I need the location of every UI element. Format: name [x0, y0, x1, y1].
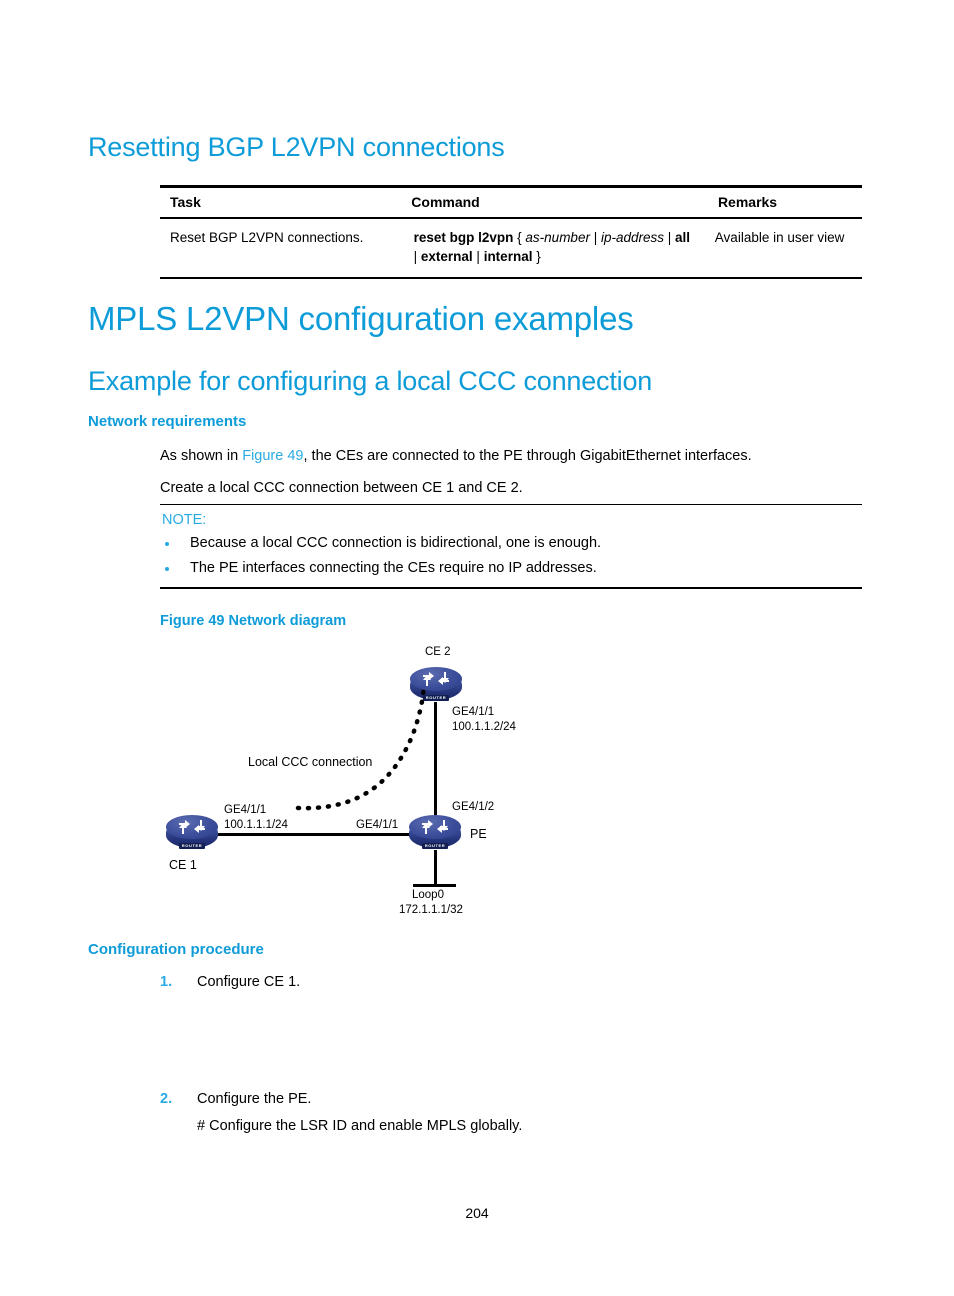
table: Task Command Remarks	[160, 188, 862, 217]
command-table: Task Command Remarks Reset BGP L2VPN con…	[160, 185, 862, 280]
router-arrows-icon	[422, 820, 448, 834]
paragraph-text-pre: As shown in	[160, 448, 243, 464]
diagram-label-loopback-address: 172.1.1.1/32	[399, 904, 463, 916]
note-list-item: The PE interfaces connecting the CEs req…	[160, 557, 862, 582]
diagram-node-label-ce1: CE 1	[169, 858, 197, 872]
cell-task: Reset BGP L2VPN connections.	[170, 229, 364, 245]
command-token-pipe-2: |	[664, 229, 676, 245]
heading-mpls-l2vpn-configuration-examples: MPLS L2VPN configuration examples	[88, 300, 634, 337]
command-token-pipe-4: |	[472, 249, 484, 265]
paragraph-network-requirements-1: As shown in Figure 49, the CEs are conne…	[160, 446, 752, 466]
diagram-label-ce1-interface-address: 100.1.1.1/24	[224, 819, 288, 831]
procedure-step-number-1: 1.	[160, 974, 173, 990]
paragraph-network-requirements-2: Create a local CCC connection between CE…	[160, 480, 523, 496]
figure-caption: Figure 49 Network diagram	[160, 613, 347, 629]
diagram-label-loopback-name: Loop0	[412, 889, 444, 901]
diagram-label-ce2-interface-address: 100.1.1.2/24	[452, 721, 516, 733]
router-plate-label: ROUTER	[422, 843, 448, 849]
command-token-reset-bgp-l2vpn: reset bgp l2vpn	[413, 229, 514, 245]
note-list-item: Because a local CCC connection is bidire…	[160, 532, 862, 557]
procedure-step-text-1: Configure CE 1.	[197, 974, 301, 990]
diagram-loopback-bar	[413, 884, 456, 887]
router-arrows-icon	[179, 820, 205, 834]
note-title: NOTE:	[162, 512, 207, 529]
table-body: Reset BGP L2VPN connections. reset bgp l…	[160, 219, 862, 277]
command-token-pipe-3: |	[413, 249, 421, 265]
column-header-task: Task	[170, 193, 201, 210]
command-token-ip-address: ip-address	[600, 229, 664, 245]
figure-49-crossreference-link[interactable]: Figure 49	[242, 448, 303, 464]
note-callout: NOTE: Because a local CCC connection is …	[160, 504, 862, 589]
diagram-label-ce1-interface-name: GE4/1/1	[224, 804, 267, 816]
heading-example-local-ccc-connection: Example for configuring a local CCC conn…	[88, 366, 653, 396]
heading-configuration-procedure: Configuration procedure	[88, 941, 264, 958]
table-row: Reset BGP L2VPN connections. reset bgp l…	[160, 219, 862, 277]
table-rule-bottom	[160, 276, 862, 280]
column-header-remarks: Remarks	[717, 193, 778, 210]
command-token-external: external	[420, 249, 473, 265]
router-icon-pe[interactable]: ROUTER	[409, 815, 461, 853]
procedure-step-subtext-2: # Configure the LSR ID and enable MPLS g…	[197, 1118, 523, 1134]
page-number: 204	[465, 1205, 489, 1221]
command-token-open-brace: {	[513, 229, 526, 245]
heading-resetting-bgp-l2vpn-connections: Resetting BGP L2VPN connections	[88, 132, 505, 162]
diagram-link-ce1-to-pe	[212, 833, 437, 836]
cell-remarks: Available in user view	[714, 229, 845, 245]
procedure-step-text-2: Configure the PE.	[197, 1091, 312, 1107]
command-token-close-brace: }	[532, 249, 541, 265]
router-plate-label: ROUTER	[179, 843, 205, 849]
note-rule-bottom	[160, 587, 862, 589]
diagram-node-label-ce2: CE 2	[425, 646, 451, 658]
command-token-as-number: as-number	[525, 229, 590, 245]
note-list: Because a local CCC connection is bidire…	[160, 532, 862, 587]
command-token-pipe-1: |	[589, 229, 601, 245]
paragraph-text-post: , the CEs are connected to the PE throug…	[303, 448, 752, 464]
command-token-all: all	[675, 229, 691, 245]
diagram-label-pe-interface-up: GE4/1/2	[452, 801, 495, 813]
diagram-node-label-pe: PE	[470, 827, 487, 841]
cell-command: reset bgp l2vpn { as-number | ip-address…	[404, 219, 705, 277]
diagram-link-pe-to-loopback	[434, 850, 437, 885]
diagram-label-ce2-interface-name: GE4/1/1	[452, 706, 495, 718]
command-token-internal: internal	[483, 249, 533, 265]
procedure-step-number-2: 2.	[160, 1091, 173, 1107]
document-page: Resetting BGP L2VPN connections Task Com…	[0, 0, 954, 1296]
network-diagram: CE 2 ROUTER GE4/1/1 100.1.1.2/24 Local C…	[160, 645, 720, 916]
router-icon-ce1[interactable]: ROUTER	[166, 815, 218, 853]
column-header-command: Command	[411, 193, 480, 210]
heading-network-requirements: Network requirements	[88, 413, 247, 430]
table-header-row: Task Command Remarks	[160, 188, 862, 217]
diagram-label-pe-interface-left: GE4/1/1	[356, 819, 399, 831]
diagram-ccc-dashed-curve	[295, 682, 427, 811]
